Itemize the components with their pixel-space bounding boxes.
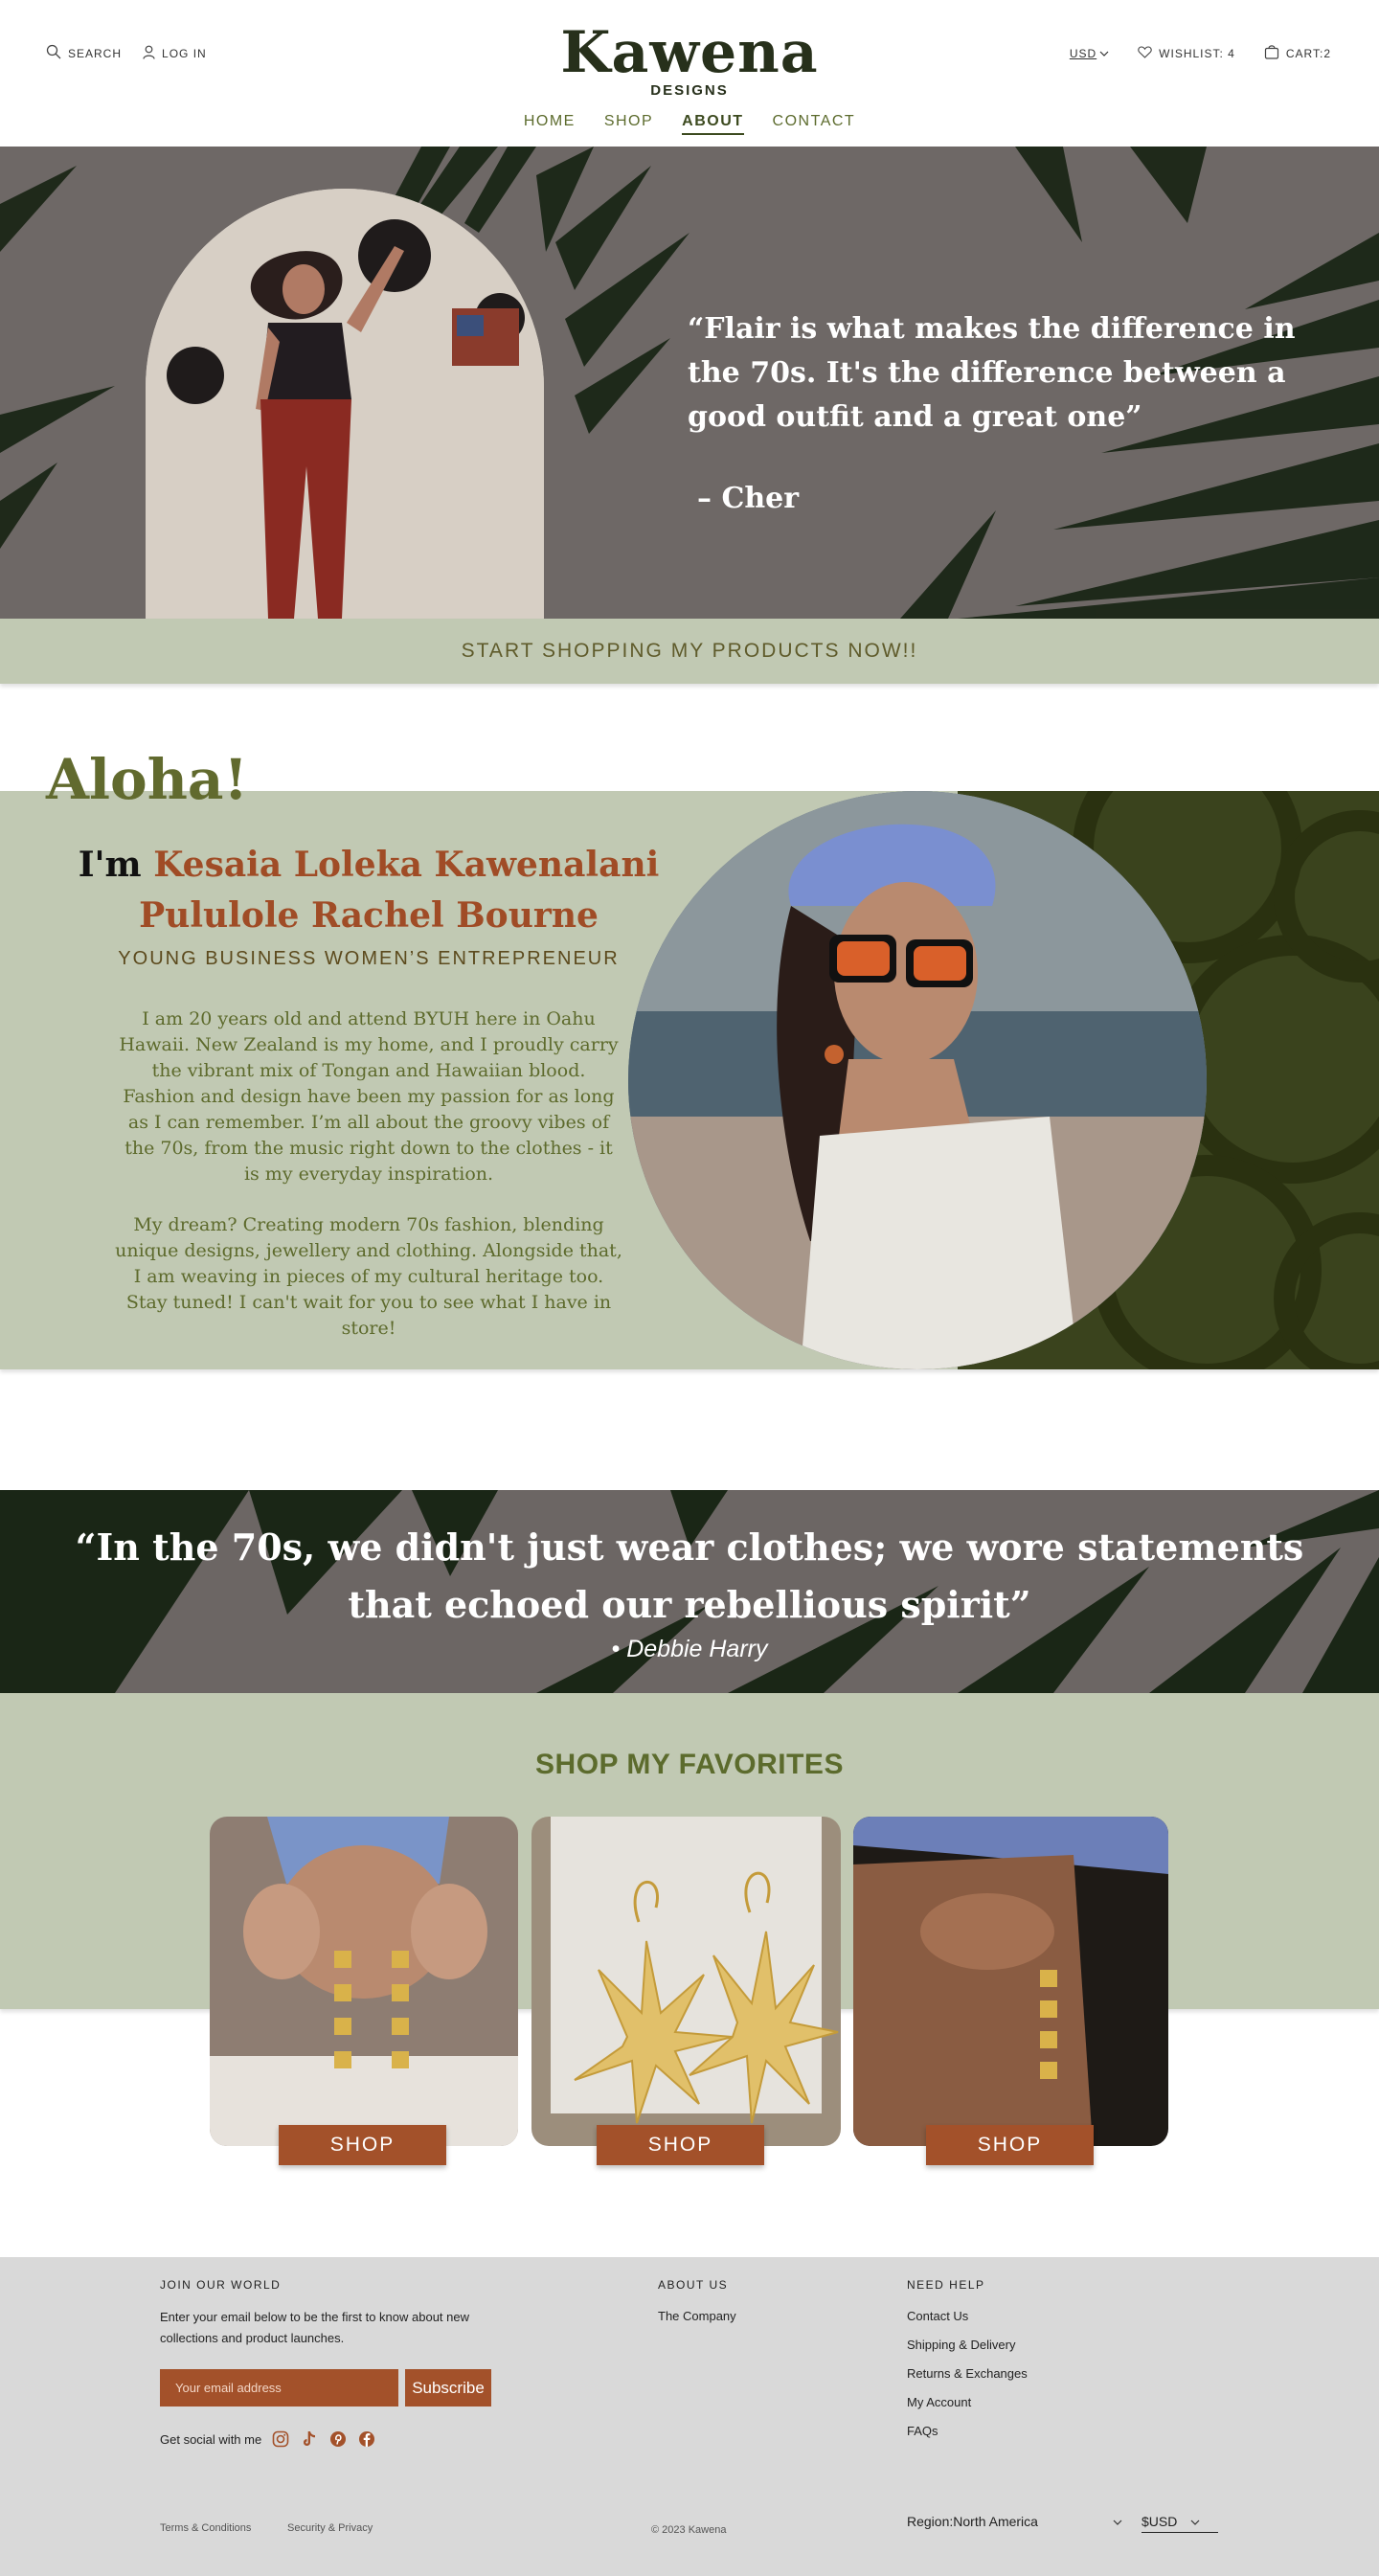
social-label: Get social with me [160,2431,262,2447]
product-card-1[interactable] [210,1817,518,2146]
subscribe-button[interactable]: Subscribe [405,2369,491,2407]
nav-shop[interactable]: SHOP [604,113,653,135]
security-link[interactable]: Security & Privacy [287,2522,373,2534]
region-selector[interactable]: Region:North America [907,2514,1122,2529]
owner-name-line-2: Pululole Rachel Bourne [139,895,599,936]
owner-first-names: Kesaia Loleka Kawenalani [153,845,660,885]
wishlist-link[interactable]: WISHLIST: 4 [1138,45,1235,61]
company-link[interactable]: The Company [658,2309,736,2323]
shop-button-3[interactable]: SHOP [926,2125,1094,2165]
pinterest-icon[interactable] [328,2429,348,2449]
terms-link[interactable]: Terms & Conditions [160,2522,251,2534]
chevron-down-icon [1099,47,1109,60]
tiktok-icon[interactable] [300,2429,319,2449]
logo-subtitle: DESIGNS [650,82,729,99]
im-prefix: I'm [78,845,142,885]
shop-button-2[interactable]: SHOP [597,2125,764,2165]
hero-banner: “Flair is what makes the difference in t… [0,147,1379,619]
copyright-text: © 2023 Kawena [651,2524,727,2536]
footer-currency-label: $USD [1142,2514,1178,2529]
join-description: Enter your email below to be the first t… [160,2310,470,2345]
cart-label: CART:2 [1285,46,1331,60]
cart-link[interactable]: CART:2 [1264,44,1331,62]
quote-attribution: • Debbie Harry [611,1636,768,1662]
site-footer: JOIN OUR WORLD Enter your email below to… [0,2257,1379,2576]
join-heading: JOIN OUR WORLD [160,2278,282,2292]
chevron-down-icon [1190,2514,1200,2529]
owner-name-line-1: I'm Kesaia Loleka Kawenalani [57,845,680,885]
shop-button-1[interactable]: SHOP [279,2125,446,2165]
social-links: Get social with me [160,2429,376,2449]
header-right-tools: USD WISHLIST: 4 CART:2 [1070,44,1331,62]
about-portrait-photo [628,791,1207,1369]
chevron-down-icon [1113,2514,1122,2529]
about-heading: ABOUT US [658,2278,729,2292]
favorites-title: SHOP MY FAVORITES [535,1749,844,1780]
nav-contact[interactable]: CONTACT [773,113,856,135]
bio-paragraph-1: I am 20 years old and attend BYUH here i… [119,1008,619,1185]
wishlist-label: WISHLIST: 4 [1159,46,1235,60]
account-link[interactable]: My Account [907,2395,971,2409]
hero-quote: “Flair is what makes the difference in t… [688,312,1296,434]
help-heading: NEED HELP [907,2278,985,2292]
bag-icon [1264,44,1279,62]
nav-home[interactable]: HOME [524,113,576,135]
email-input[interactable] [160,2369,398,2407]
quote-banner: “In the 70s, we didn't just wear clothes… [0,1490,1379,1693]
quote-text: “In the 70s, we didn't just wear clothes… [75,1525,1304,1626]
currency-selector[interactable]: USD [1070,47,1109,60]
hero-model-photo [146,189,544,619]
bio-paragraph-2: My dream? Creating modern 70s fashion, b… [115,1214,622,1339]
product-card-2[interactable] [531,1817,841,2146]
main-nav: HOME SHOP ABOUT CONTACT [0,113,1379,135]
heart-icon [1138,45,1152,61]
faqs-link[interactable]: FAQs [907,2424,938,2438]
quote-author: Debbie Harry [626,1636,768,1662]
site-header: SEARCH LOG IN Kawena DESIGNS USD WISHLIS… [0,0,1379,147]
nav-about[interactable]: ABOUT [682,113,744,135]
aloha-heading: Aloha! [46,747,248,812]
start-shopping-button[interactable]: START SHOPPING MY PRODUCTS NOW!! [0,619,1379,684]
owner-tagline: YOUNG BUSINESS WOMEN’S ENTREPRENEUR [118,948,620,969]
contact-link[interactable]: Contact Us [907,2309,968,2323]
hero-quote-attribution: – Cher [697,482,800,515]
instagram-icon[interactable] [271,2429,290,2449]
currency-label: USD [1069,46,1097,60]
returns-link[interactable]: Returns & Exchanges [907,2366,1028,2381]
footer-currency-selector[interactable]: $USD [1142,2514,1218,2533]
product-card-3[interactable] [853,1817,1168,2146]
facebook-icon[interactable] [357,2429,376,2449]
region-label: Region:North America [907,2514,1038,2529]
shipping-link[interactable]: Shipping & Delivery [907,2338,1015,2352]
